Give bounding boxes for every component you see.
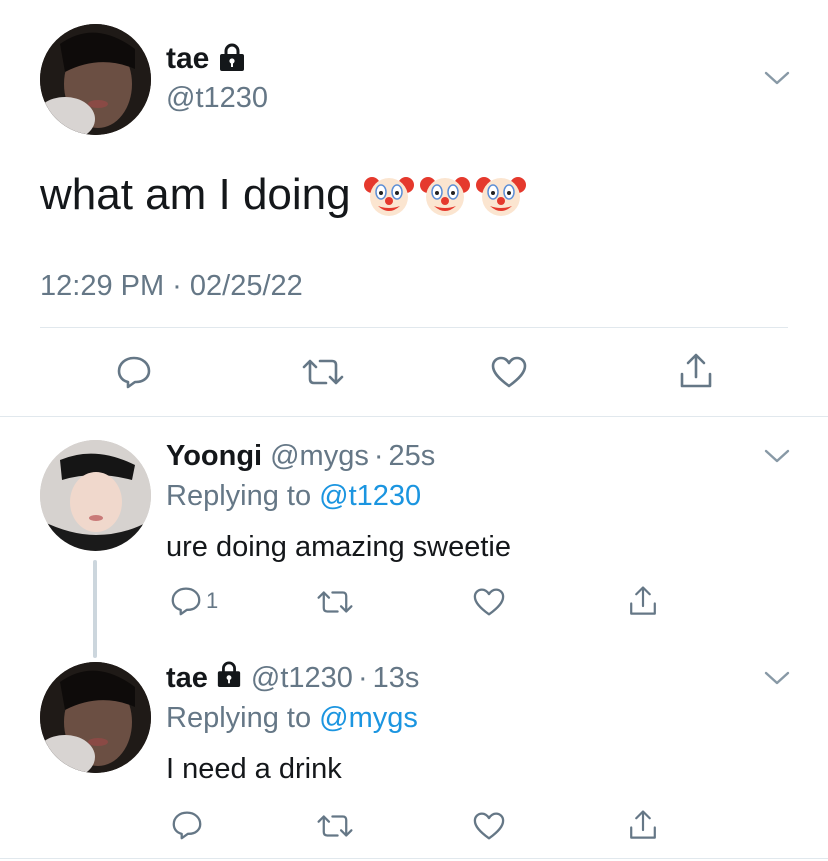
section-divider: [0, 416, 828, 417]
share-icon: [680, 353, 712, 388]
clown-emoji-group: [363, 172, 527, 218]
separator-dot: ·: [357, 661, 368, 694]
chevron-down-button[interactable]: [762, 446, 792, 471]
retweet-icon: [317, 815, 353, 837]
reply-button[interactable]: [168, 808, 206, 842]
retweet-icon: [302, 359, 344, 385]
handle[interactable]: @t1230: [166, 82, 268, 115]
share-icon: [630, 810, 656, 839]
tweet-timestamp[interactable]: 12:29 PM · 02/25/22: [40, 270, 303, 303]
share-button[interactable]: [624, 583, 662, 619]
avatar-yoongi[interactable]: [40, 440, 151, 551]
retweet-icon: [317, 591, 353, 613]
retweet-button[interactable]: [300, 352, 346, 392]
reply-display-name[interactable]: tae: [166, 662, 208, 695]
share-button[interactable]: [674, 350, 718, 392]
chevron-down-icon: [764, 449, 790, 463]
thread-line: [93, 560, 97, 658]
reply-icon: [172, 811, 202, 840]
heart-icon: [473, 588, 505, 616]
replying-to-line: Replying to @t1230: [166, 480, 421, 513]
reply-button[interactable]: [112, 352, 156, 392]
more-options-chevron[interactable]: [762, 68, 792, 93]
replying-to-handle[interactable]: @mygs: [319, 702, 418, 734]
replying-to-line: Replying to @mygs: [166, 702, 418, 735]
share-button[interactable]: [624, 807, 662, 843]
display-name[interactable]: tae: [166, 42, 209, 76]
separator-dot: ·: [373, 439, 384, 472]
chevron-down-icon: [764, 671, 790, 685]
reply-icon: [171, 587, 201, 616]
clown-face-icon: [419, 177, 470, 216]
heart-icon: [491, 356, 527, 388]
like-button[interactable]: [470, 585, 508, 619]
reply-button[interactable]: 1: [170, 584, 218, 618]
reply-icon: [117, 356, 151, 389]
reply-text: ure doing amazing sweetie: [166, 531, 511, 563]
replying-to-label: Replying to: [166, 480, 312, 512]
replying-to-handle[interactable]: @t1230: [319, 480, 421, 512]
bottom-divider: [0, 858, 828, 859]
retweet-button[interactable]: [314, 810, 356, 842]
reply-time[interactable]: 25s: [389, 440, 436, 473]
reply-text: I need a drink: [166, 753, 342, 785]
avatar-tae[interactable]: [40, 24, 151, 135]
like-button[interactable]: [487, 352, 531, 392]
chevron-down-button[interactable]: [762, 668, 792, 693]
retweet-button[interactable]: [314, 586, 356, 618]
tweet-text-row: what am I doing: [40, 170, 527, 220]
display-name-row: tae: [166, 42, 247, 76]
reply-header: Yoongi @mygs · 25s: [166, 438, 435, 474]
reply-header: tae @t1230 · 13s: [166, 660, 419, 696]
chevron-down-icon: [764, 71, 790, 85]
replying-to-label: Replying to: [166, 702, 312, 734]
tweet-text: what am I doing: [40, 170, 351, 219]
lock-icon: [217, 43, 247, 76]
avatar-tae[interactable]: [40, 662, 151, 773]
lock-icon: [215, 661, 243, 695]
divider: [40, 327, 788, 328]
reply-count: 1: [206, 588, 219, 613]
like-button[interactable]: [470, 809, 508, 843]
heart-icon: [473, 812, 505, 840]
reply-handle[interactable]: @t1230: [251, 662, 353, 695]
reply-handle[interactable]: @mygs: [270, 440, 369, 473]
clown-face-icon: [475, 177, 526, 216]
reply-time[interactable]: 13s: [373, 662, 420, 695]
reply-display-name[interactable]: Yoongi: [166, 440, 262, 473]
share-icon: [630, 586, 656, 615]
clown-face-icon: [363, 177, 414, 216]
